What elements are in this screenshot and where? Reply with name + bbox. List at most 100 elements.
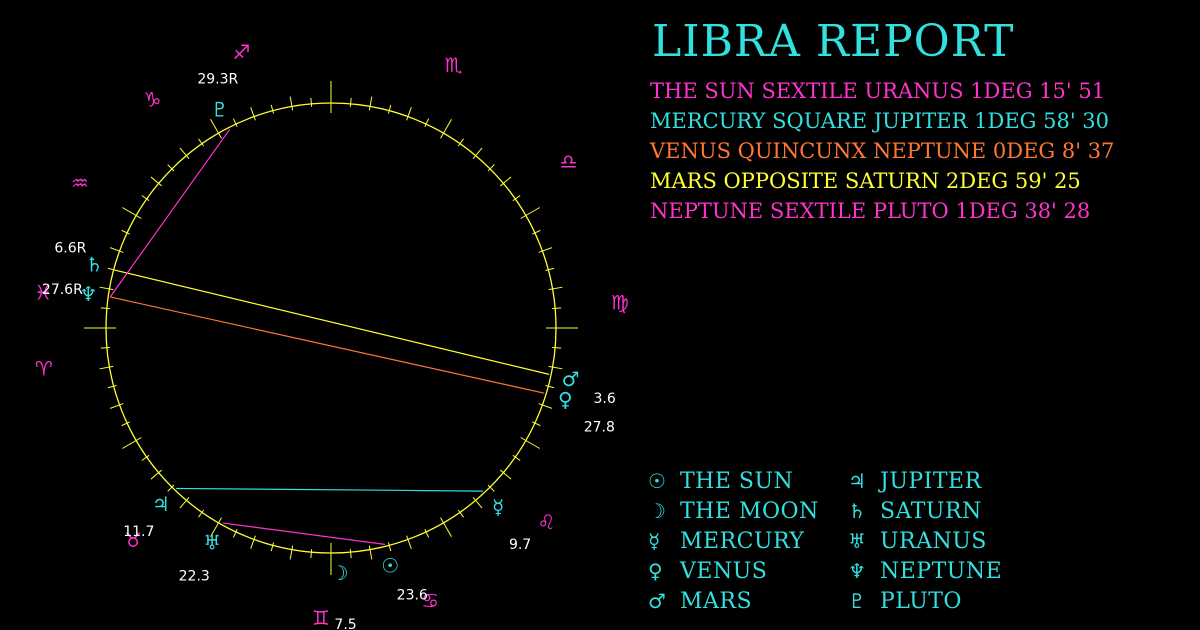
degree-tick <box>387 104 392 114</box>
legend-item-moon: ☽ THE MOON <box>648 496 819 526</box>
pluto-icon: ♇ <box>848 589 866 613</box>
legend-label: MERCURY <box>680 528 805 554</box>
legend-label: THE SUN <box>680 468 794 494</box>
degree-tick <box>270 542 275 552</box>
aspect-item-neptune-pluto: NEPTUNE SEXTILE PLUTO 1DEG 38' 28 <box>650 199 1091 223</box>
capricorn-sign-icon: ♑ <box>143 87 161 111</box>
degree-tick <box>552 307 562 310</box>
legend-item-sun: ☉ THE SUN <box>648 466 793 496</box>
degree-tick <box>310 97 313 107</box>
degree-tick <box>270 104 275 114</box>
aspect-line-mars-saturn <box>115 269 550 375</box>
venus-icon: ♀ <box>558 388 573 412</box>
mercury-degree-label: 9.7 <box>509 537 531 553</box>
aspect-line-mercury-jupiter <box>176 487 484 492</box>
degree-tick <box>310 549 313 559</box>
degree-tick <box>110 403 124 409</box>
degree-tick <box>100 307 110 310</box>
degree-tick <box>107 384 117 389</box>
legend-item-mercury: ☿ MERCURY <box>648 526 804 556</box>
degree-tick <box>368 545 373 560</box>
degree-tick <box>99 365 114 370</box>
aspect-line-neptune-pluto <box>109 128 231 298</box>
legend-label: THE MOON <box>680 498 819 524</box>
legend-label: MARS <box>680 588 753 614</box>
degree-tick <box>122 207 142 219</box>
degree-tick <box>406 107 412 121</box>
aspect-item-sun-uranus: THE SUN SEXTILE URANUS 1DEG 15' 51 <box>650 79 1106 103</box>
jupiter-degree-label: 11.7 <box>123 524 154 540</box>
saturn-icon: ♄ <box>848 499 866 523</box>
neptune-degree-label: 27.6R <box>42 282 83 298</box>
sun-icon: ☉ <box>381 554 399 578</box>
zodiac-signs: ♈♉♊♋♌♍♎♏♐♑♒♓ <box>34 40 629 630</box>
legend-label: VENUS <box>680 558 768 584</box>
degree-tick <box>122 437 142 449</box>
degree-tick <box>349 97 352 107</box>
aries-sign-icon: ♈ <box>35 356 53 380</box>
pluto-icon: ♇ <box>211 98 229 122</box>
degree-tick <box>545 267 555 272</box>
aquarius-sign-icon: ♒ <box>71 171 89 195</box>
legend-label: PLUTO <box>880 588 962 614</box>
mars-icon: ♂ <box>562 367 580 391</box>
uranus-degree-label: 22.3 <box>179 568 210 584</box>
gemini-sign-icon: ♊ <box>312 606 330 630</box>
degree-tick <box>538 403 552 409</box>
mars-icon: ♂ <box>648 589 666 613</box>
degree-tick <box>520 207 540 219</box>
jupiter-icon: ♃ <box>848 469 866 493</box>
aspect-item-mercury-jupiter: MERCURY SQUARE JUPITER 1DEG 58' 30 <box>650 109 1109 133</box>
degree-tick <box>538 247 552 253</box>
degree-tick <box>250 107 256 121</box>
moon-icon: ☽ <box>331 561 349 585</box>
degree-tick <box>210 119 222 139</box>
aspect-lines <box>109 128 550 545</box>
saturn-degree-label: 6.6R <box>54 241 86 257</box>
aspect-list: THE SUN SEXTILE URANUS 1DEG 15' 51 MERCU… <box>650 76 1114 226</box>
neptune-icon: ♆ <box>848 559 866 583</box>
libra-sign-icon: ♎ <box>560 150 578 174</box>
legend-item-neptune: ♆ NEPTUNE <box>848 556 1002 586</box>
jupiter-icon: ♃ <box>152 492 170 516</box>
moon-degree-label: 7.5 <box>334 617 356 630</box>
mars-degree-label: 3.6 <box>594 391 616 407</box>
degree-tick <box>545 384 555 389</box>
virgo-sign-icon: ♍ <box>611 291 629 315</box>
legend-label: URANUS <box>880 528 987 554</box>
degree-tick <box>548 365 563 370</box>
legend-item-jupiter: ♃ JUPITER <box>848 466 982 496</box>
legend-item-saturn: ♄ SATURN <box>848 496 982 526</box>
degree-tick <box>289 96 294 111</box>
sagittarius-sign-icon: ♐ <box>232 40 250 64</box>
legend-item-pluto: ♇ PLUTO <box>848 586 962 616</box>
degree-tick <box>520 437 540 449</box>
aspect-item-venus-neptune: VENUS QUINCUNX NEPTUNE 0DEG 8' 37 <box>650 139 1115 163</box>
moon-icon: ☽ <box>648 499 666 523</box>
uranus-icon: ♅ <box>848 529 866 553</box>
degree-tick <box>406 535 412 549</box>
natal-chart-wheel: ♈♉♊♋♌♍♎♏♐♑♒♓ ☉23.6☽7.5☿9.7♀27.8♂3.6♃11.7… <box>34 40 629 630</box>
aspect-line-venus-neptune <box>110 296 545 394</box>
degree-tick <box>548 286 563 291</box>
degree-tick <box>368 96 373 111</box>
sun-degree-label: 23.6 <box>397 588 428 604</box>
venus-icon: ♀ <box>648 559 663 583</box>
leo-sign-icon: ♌ <box>538 510 556 534</box>
report-title: LIBRA REPORT <box>652 16 1015 67</box>
venus-degree-label: 27.8 <box>584 420 615 436</box>
degree-tick <box>349 549 352 559</box>
saturn-icon: ♄ <box>85 253 103 277</box>
legend-item-venus: ♀ VENUS <box>648 556 767 586</box>
degree-tick <box>387 542 392 552</box>
degree-tick <box>99 286 114 291</box>
uranus-icon: ♅ <box>203 530 221 554</box>
degree-tick <box>289 545 294 560</box>
legend-item-uranus: ♅ URANUS <box>848 526 987 556</box>
degree-tick <box>100 346 110 349</box>
pluto-degree-label: 29.3R <box>197 72 238 88</box>
legend-label: SATURN <box>880 498 982 524</box>
mercury-icon: ☿ <box>648 529 661 553</box>
scorpio-sign-icon: ♏ <box>445 53 463 77</box>
degree-tick <box>440 119 452 139</box>
